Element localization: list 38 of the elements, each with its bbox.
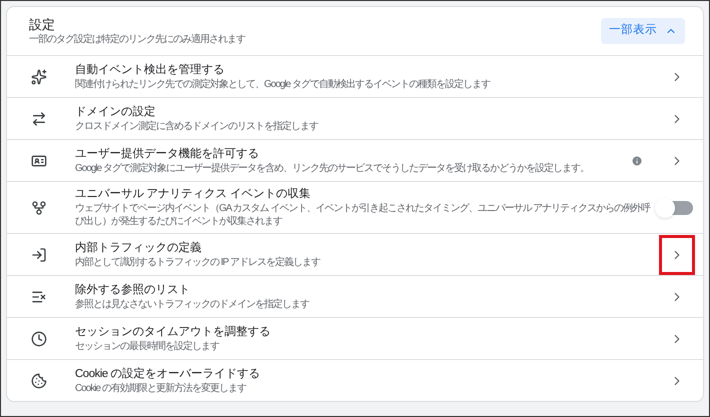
settings-row[interactable]: ユーザー提供データ機能を許可する Google タグで測定対象にユーザー提供データを含め、リンク先のサービスでそうしたデータを受け取るかどうかを設定します。: [7, 139, 703, 181]
show-less-button[interactable]: 一部表示: [601, 18, 685, 44]
row-title: ユニバーサル アナリティクス イベントの収集: [75, 187, 312, 202]
settings-row[interactable]: Cookie の設定をオーバーライドする Cookie の有効期限と更新方法を変更します: [7, 359, 703, 401]
toggle-switch[interactable]: [657, 200, 693, 214]
row-description: クロスドメイン測定に含めるドメインのリストを指定します: [75, 120, 320, 132]
row-description: セッションの最長時間を設定します: [75, 340, 220, 352]
row-title: ユーザー提供データ機能を許可する: [75, 146, 260, 162]
row-title: 内部トラフィックの定義: [75, 240, 202, 256]
clock-icon: [31, 330, 47, 346]
sparkles-icon: [31, 68, 47, 84]
row-title: 除外する参照のリスト: [75, 282, 191, 298]
row-title: ドメインの設定: [75, 104, 156, 120]
settings-row[interactable]: セッションのタイムアウトを調整する セッションの最長時間を設定します: [7, 317, 703, 359]
row-description: Google タグで測定対象にユーザー提供データを含め、リンク先のサービスでそうしたデータを受け取るかどうかを設定します。: [75, 162, 590, 174]
settings-row[interactable]: 内部トラフィックの定義 内部として識別するトラフィックの IP アドレスを定義します: [7, 233, 703, 275]
arrows-icon: [31, 110, 47, 126]
row-description: 関連付けられたリンク先での測定対象として、Google タグで自動検出するイベントの種類を設定します: [75, 78, 492, 90]
row-description: 内部として識別するトラフィックの IP アドレスを定義します: [75, 256, 322, 268]
section-subtitle: 一部のタグ設定は特定のリンク先にのみ適用されます: [29, 33, 246, 46]
row-title: セッションのタイムアウトを調整する: [75, 324, 272, 340]
row-title: Cookie の設定をオーバーライドする: [75, 366, 261, 382]
id-card-icon: [31, 152, 47, 168]
info-icon[interactable]: [631, 154, 643, 166]
row-description: 参照とは見なさないトラフィックのドメインを指定します: [75, 298, 310, 310]
enter-icon: [31, 246, 47, 262]
settings-row[interactable]: 自動イベント検出を管理する 関連付けられたリンク先での測定対象として、Google タグで自動検出するイベントの種類を設定します: [7, 55, 703, 97]
settings-row[interactable]: ユニバーサル アナリティクス イベントの収集 ウェブサイトでページ内イベント（GA カスタム イベント、イベントが引き起こされたタイミング、ユニバーサル アナリティクスからの例外呼び出し）が発生するたびにイベントが収集されます: [7, 181, 703, 233]
row-description: ウェブサイトでページ内イベント（GA カスタム イベント、イベントが引き起こされたタイミング、ユニバーサル アナリティクスからの例外呼び出し）が発生するたびにイベントが収集されます: [75, 202, 652, 228]
list-x-icon: [31, 288, 47, 304]
row-description: Cookie の有効期限と更新方法を変更します: [75, 382, 248, 394]
settings-row[interactable]: 除外する参照のリスト 参照とは見なさないトラフィックのドメインを指定します: [7, 275, 703, 317]
chevron-button[interactable]: [659, 234, 695, 274]
cookie-icon: [31, 372, 47, 388]
row-title: 自動イベント検出を管理する: [75, 62, 226, 78]
section-title: 設定: [29, 16, 56, 33]
fork-icon: [31, 200, 47, 216]
settings-row[interactable]: ドメインの設定 クロスドメイン測定に含めるドメインのリストを指定します: [7, 97, 703, 139]
